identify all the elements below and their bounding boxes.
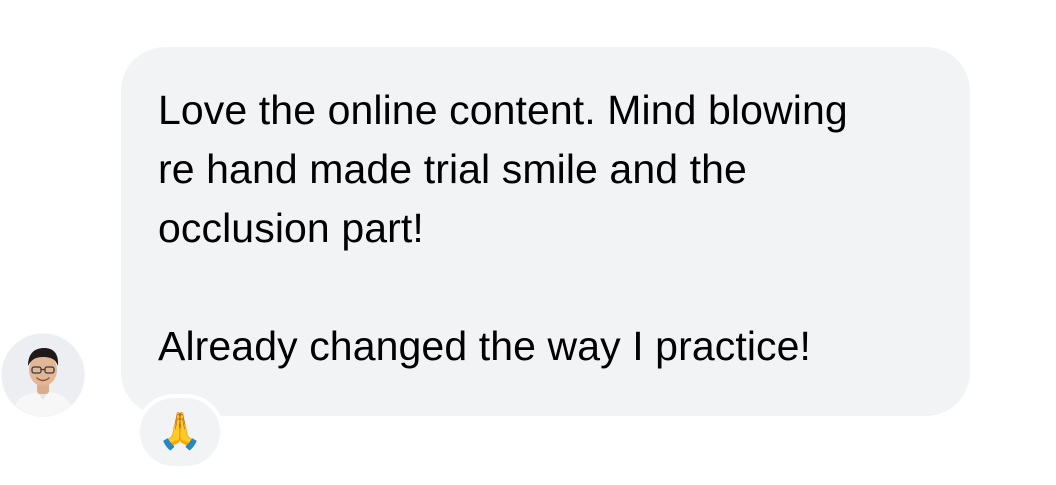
avatar-photo-icon xyxy=(2,334,84,416)
message-reaction[interactable]: 🙏 xyxy=(136,394,224,470)
message-text-paragraph-2: Already changed the way I practice! xyxy=(158,323,812,369)
message-thread: Love the online content. Mind blowing re… xyxy=(0,0,1056,485)
message-bubble[interactable]: Love the online content. Mind blowing re… xyxy=(121,47,970,416)
message-text-paragraph-1: Love the online content. Mind blowing re… xyxy=(158,87,848,251)
folded-hands-icon: 🙏 xyxy=(157,411,203,452)
sender-avatar[interactable] xyxy=(2,334,84,416)
